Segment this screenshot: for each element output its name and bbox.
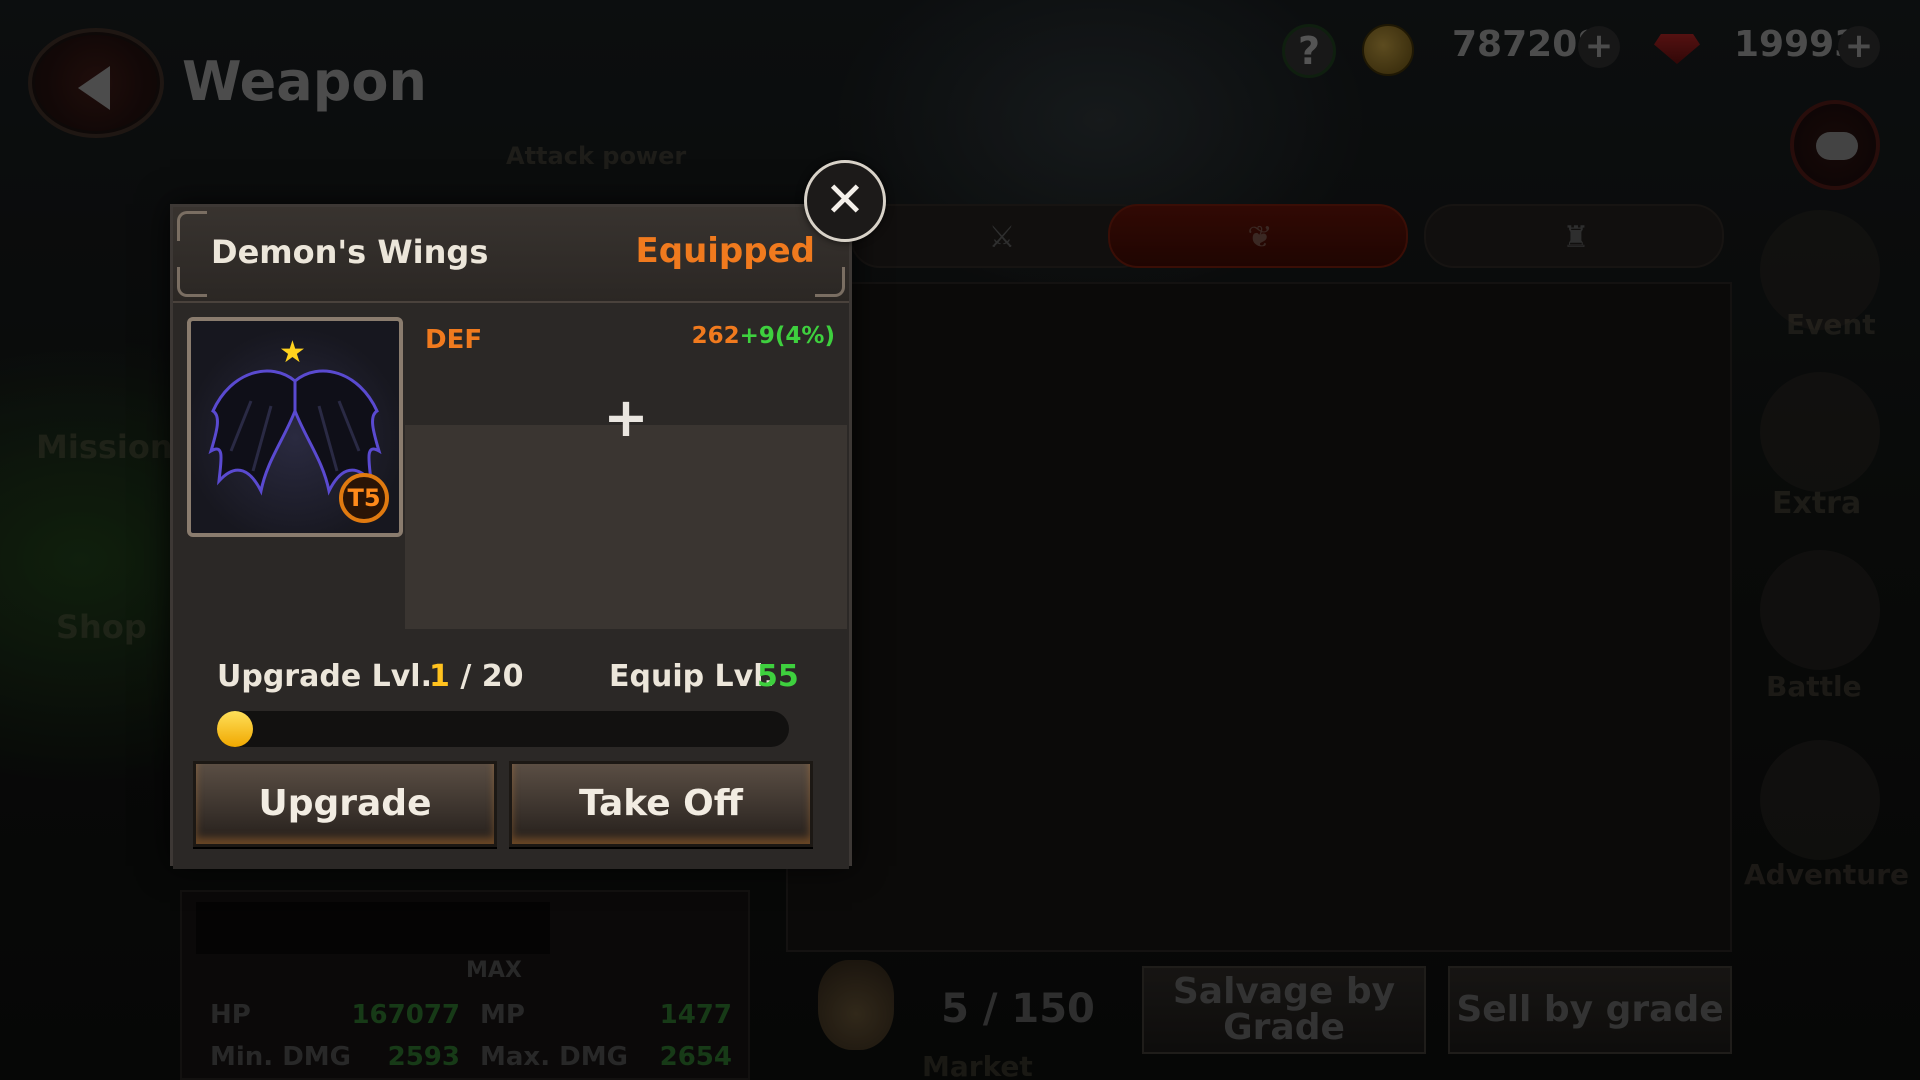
add-option-button[interactable]: + xyxy=(601,391,651,445)
equip-level-value: 55 xyxy=(757,659,799,694)
equip-level-label: Equip Lvl. xyxy=(609,659,775,694)
item-name: Demon's Wings xyxy=(211,233,489,271)
upgrade-progress-fill xyxy=(217,711,253,747)
stat-label: DEF xyxy=(425,325,483,355)
close-button[interactable]: ✕ xyxy=(804,160,886,242)
stat-base-value: 262 xyxy=(691,323,740,349)
item-detail-modal: Demon's Wings Equipped ★ T5 DEF 262+9(4%… xyxy=(170,204,852,869)
take-off-button[interactable]: Take Off xyxy=(509,761,813,847)
upgrade-button[interactable]: Upgrade xyxy=(193,761,497,847)
option-area xyxy=(405,425,847,629)
upgrade-progress-bar xyxy=(217,711,789,747)
stat-bonus-value: +9(4%) xyxy=(739,323,835,349)
stat-value: 262+9(4%) xyxy=(589,323,849,349)
item-icon-frame: ★ T5 xyxy=(187,317,403,537)
upgrade-max: / 20 xyxy=(449,659,524,694)
upgrade-level-label: Upgrade Lvl. xyxy=(217,659,432,694)
equipped-status: Equipped xyxy=(635,231,816,271)
ornament-corner xyxy=(177,211,207,241)
star-icon: ★ xyxy=(279,335,306,370)
ornament-corner xyxy=(177,267,207,297)
upgrade-level-value: 1 / 20 xyxy=(429,659,523,694)
modal-header: Demon's Wings Equipped xyxy=(173,207,849,303)
upgrade-current: 1 xyxy=(429,659,450,694)
tier-badge: T5 xyxy=(339,473,389,523)
ornament-corner xyxy=(815,267,845,297)
